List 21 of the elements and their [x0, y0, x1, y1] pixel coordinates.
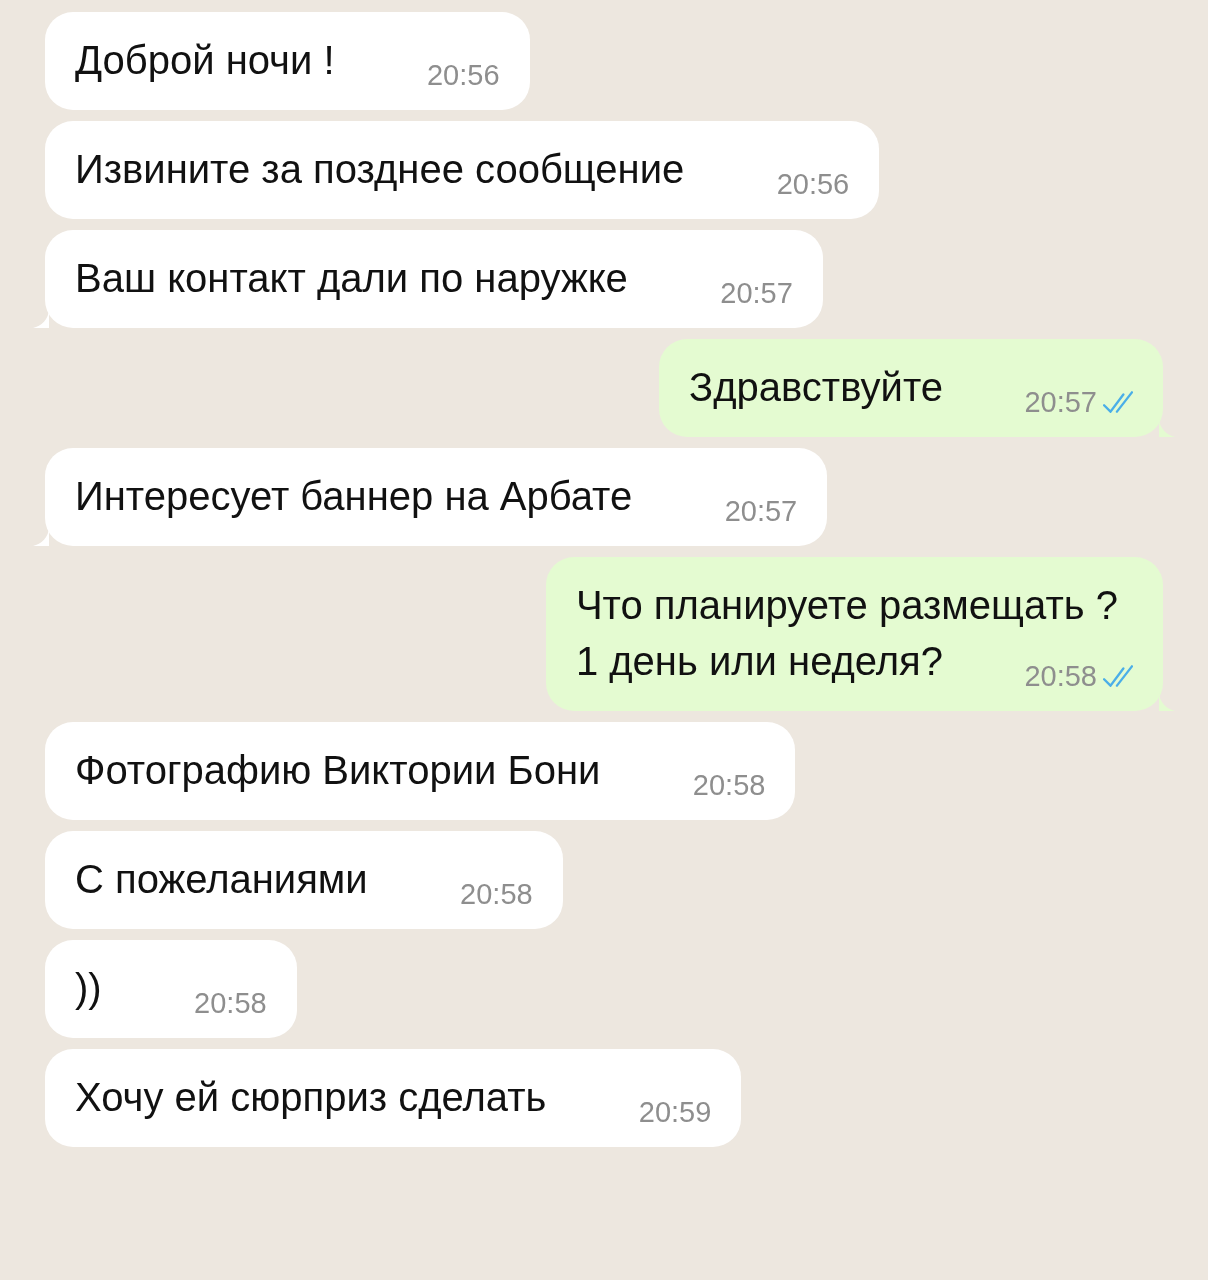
message-text: Что планируете размещать ?	[575, 582, 1118, 629]
message-text: ))	[75, 966, 102, 1010]
message-time: 20:58	[194, 986, 267, 1020]
message-text: С пожеланиями	[75, 857, 368, 901]
message-time: 20:58	[692, 768, 766, 802]
message-time: 20:57	[720, 276, 793, 310]
message-text: Хочу ей сюрприз сделать	[75, 1075, 547, 1119]
message-time: 20:57	[724, 494, 798, 528]
message-text: Интересует баннер на Арбате	[75, 474, 633, 518]
message-time: 20:59	[638, 1095, 712, 1129]
message-text: Доброй ночи !	[75, 38, 335, 82]
message-text: Извините за позднее сообщение	[75, 147, 685, 191]
message-time: 20:58	[460, 877, 533, 911]
message-text: Ваш контакт дали по наружке	[75, 256, 628, 300]
message-text: 1 день или неделя?	[575, 639, 943, 683]
message-time: 20:57	[1024, 385, 1097, 419]
message-time: 20:58	[1024, 659, 1097, 693]
message-time: 20:56	[426, 58, 500, 92]
message-time: 20:56	[776, 167, 850, 201]
message-text: Фотографию Виктории Бони	[75, 748, 601, 792]
message-text: Здравствуйте	[689, 365, 943, 409]
